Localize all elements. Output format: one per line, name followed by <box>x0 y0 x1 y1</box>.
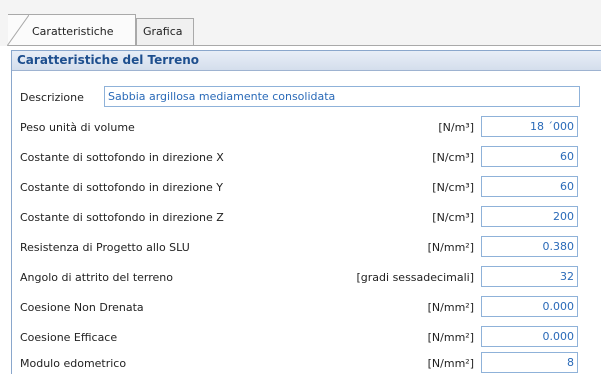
property-row: Costante di sottofondo in direzione Y [N… <box>0 176 601 198</box>
property-row: Peso unità di volume [N/m³] <box>0 116 601 138</box>
property-row: Modulo edometrico [N/mm²] <box>0 352 601 374</box>
panel-header: Caratteristiche del Terreno <box>12 51 601 71</box>
property-value-input[interactable] <box>481 266 578 287</box>
property-row: Coesione Non Drenata [N/mm²] <box>0 296 601 318</box>
property-row: Coesione Efficace [N/mm²] <box>0 326 601 348</box>
property-label: Costante di sottofondo in direzione Z <box>20 211 224 224</box>
property-unit: [N/mm²] <box>427 357 474 370</box>
property-label: Modulo edometrico <box>20 357 127 370</box>
property-unit: [N/cm³] <box>432 151 474 164</box>
property-label: Coesione Non Drenata <box>20 301 144 314</box>
tab-grafica-label: Grafica <box>143 25 183 38</box>
property-value-input[interactable] <box>481 146 578 167</box>
property-unit: [N/mm²] <box>427 241 474 254</box>
property-unit: [N/cm³] <box>432 211 474 224</box>
property-label: Resistenza di Progetto allo SLU <box>20 241 190 254</box>
property-value-input[interactable] <box>481 206 578 227</box>
property-label: Costante di sottofondo in direzione X <box>20 151 224 164</box>
property-row: Resistenza di Progetto allo SLU [N/mm²] <box>0 236 601 258</box>
property-label: Costante di sottofondo in direzione Y <box>20 181 224 194</box>
property-value-input[interactable] <box>481 236 578 257</box>
property-unit: [N/mm²] <box>427 331 474 344</box>
tab-baseline <box>8 45 601 46</box>
property-row: Costante di sottofondo in direzione X [N… <box>0 146 601 168</box>
description-label: Descrizione <box>20 91 84 104</box>
property-unit: [N/mm²] <box>427 301 474 314</box>
property-unit: [gradi sessadecimali] <box>356 271 475 284</box>
panel-title: Caratteristiche del Terreno <box>17 53 200 67</box>
property-label: Peso unità di volume <box>20 121 135 134</box>
property-label: Angolo di attrito del terreno <box>20 271 173 284</box>
property-unit: [N/cm³] <box>432 181 474 194</box>
property-value-input[interactable] <box>481 352 578 373</box>
property-row: Costante di sottofondo in direzione Z [N… <box>0 206 601 228</box>
tab-caratteristiche-label: Caratteristiche <box>32 25 114 38</box>
property-value-input[interactable] <box>481 326 578 347</box>
property-value-input[interactable] <box>481 176 578 197</box>
description-input[interactable] <box>104 86 580 107</box>
tab-caratteristiche[interactable]: Caratteristiche <box>7 14 136 46</box>
property-row: Angolo di attrito del terreno [gradi ses… <box>0 266 601 288</box>
property-value-input[interactable] <box>481 296 578 317</box>
property-unit: [N/m³] <box>438 121 474 134</box>
property-value-input[interactable] <box>481 116 578 137</box>
tab-grafica[interactable]: Grafica <box>136 18 194 45</box>
tab-slant-decoration <box>7 15 29 46</box>
property-label: Coesione Efficace <box>20 331 118 344</box>
tab-strip: Caratteristiche Grafica <box>0 0 601 46</box>
